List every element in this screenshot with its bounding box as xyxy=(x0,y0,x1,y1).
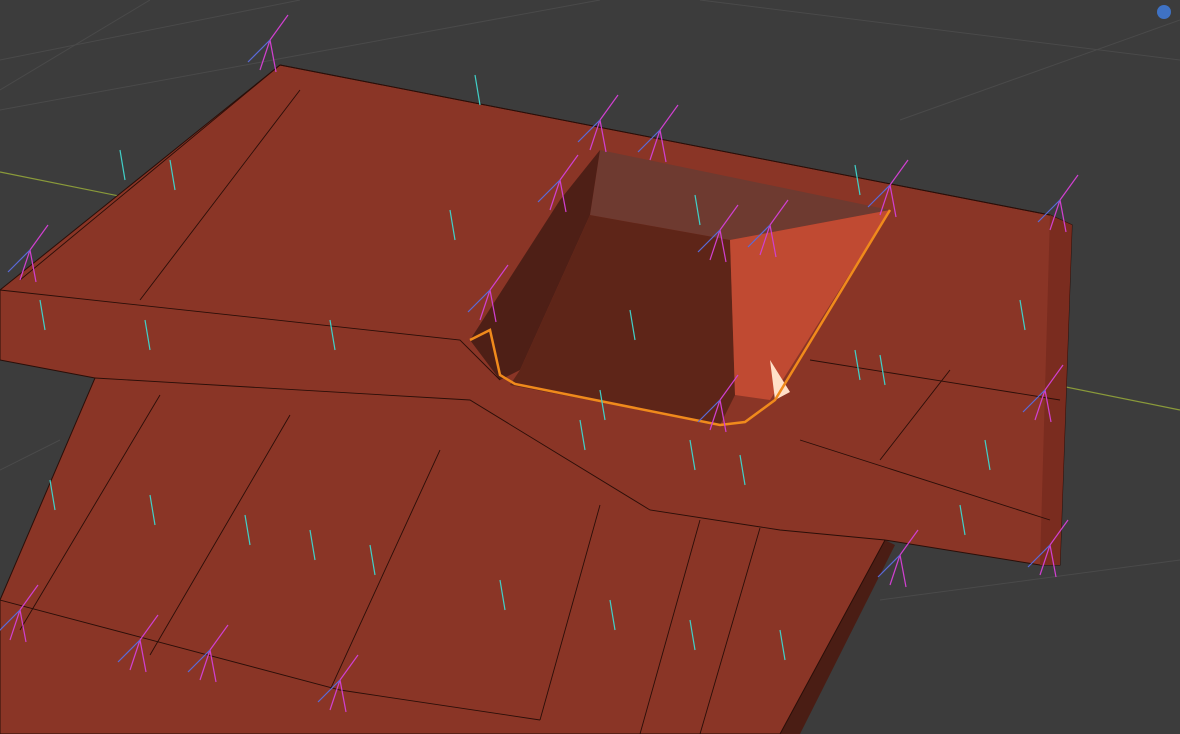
grid-line xyxy=(0,0,151,91)
normal-line xyxy=(599,94,619,121)
grid-line xyxy=(899,19,1180,121)
grid-line xyxy=(699,0,1180,61)
mesh-sheet[interactable] xyxy=(0,64,1073,734)
grid-line xyxy=(879,559,1180,601)
normal-line xyxy=(269,39,277,73)
normal-line xyxy=(29,224,49,251)
navigation-dot-icon[interactable] xyxy=(1157,5,1171,19)
normal-line xyxy=(889,159,909,186)
grid-line xyxy=(0,439,61,471)
normal-line xyxy=(899,554,907,588)
grid-line xyxy=(0,0,301,61)
viewport-canvas[interactable] xyxy=(0,0,1180,734)
normal-line xyxy=(119,149,126,181)
normal-line xyxy=(474,74,481,106)
normal-line xyxy=(659,104,679,131)
3d-viewport[interactable] xyxy=(0,0,1180,734)
normal-line xyxy=(1059,174,1079,201)
normal-line xyxy=(269,14,289,41)
mesh-object[interactable] xyxy=(0,64,1073,734)
